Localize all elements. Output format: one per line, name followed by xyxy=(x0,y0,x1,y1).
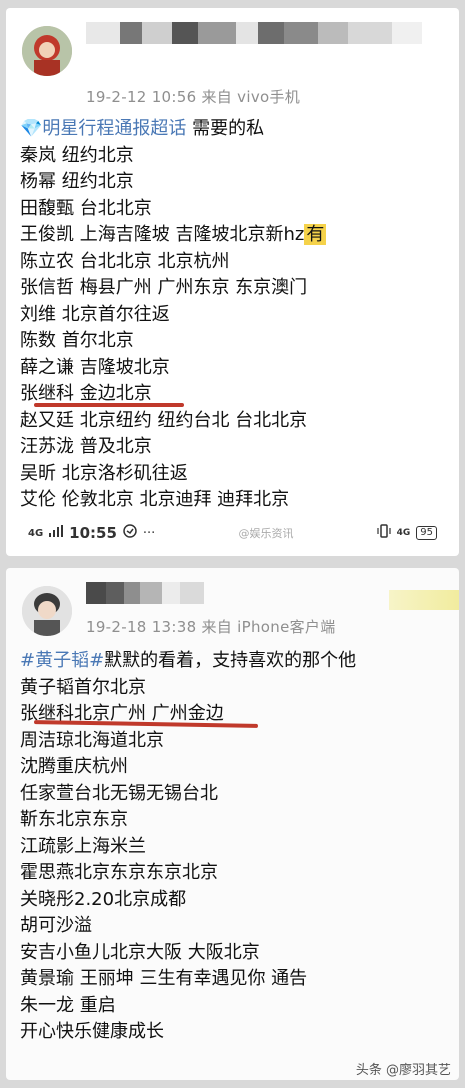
source-watermark: 头条 @廖羽其艺 xyxy=(355,1063,451,1078)
notification-icon xyxy=(123,524,137,542)
avatar[interactable] xyxy=(22,26,72,76)
list-item: 霍思燕北京东京东京北京 xyxy=(20,862,218,883)
list-item: 杨幂 纽约北京 xyxy=(20,171,134,192)
username-blurred[interactable] xyxy=(86,22,422,46)
post-meta: 19-2-18 13:38 来自 iPhone客户端 xyxy=(86,618,336,636)
list-item: 张信哲 梅县广州 广州东京 东京澳门 xyxy=(20,277,308,298)
topic-link[interactable]: #黄子韬# xyxy=(20,650,104,671)
list-item-text: 张继科 金边北京 xyxy=(20,383,152,404)
list-item: 艾伦 伦敦北京 北京迪拜 迪拜北京 xyxy=(20,489,290,510)
list-item: 朱一龙 重启 xyxy=(20,994,116,1016)
avatar-image xyxy=(22,586,72,636)
post-content: #黄子韬#默默的看着，支持喜欢的那个他 黄子韬首尔北京 张继科北京广州 广州金边… xyxy=(20,648,451,1046)
list-item: 黄景瑜 王丽坤 三生有幸遇见你 通告 xyxy=(20,968,308,989)
list-item: 安吉小鱼儿北京大阪 大阪北京 xyxy=(20,941,260,963)
signal-label: 4G xyxy=(28,527,44,539)
list-item: 沈腾重庆杭州 xyxy=(20,756,128,777)
post-intro: #黄子韬#默默的看着，支持喜欢的那个他 xyxy=(20,648,451,675)
watermark: @娱乐资讯 xyxy=(238,527,294,540)
list-item: 靳东北京东京 xyxy=(20,809,128,830)
list-item: 汪苏泷 普及北京 xyxy=(20,436,152,457)
list-item: 黄子韬首尔北京 xyxy=(20,676,146,698)
vibrate-icon xyxy=(377,524,391,542)
list-item-highlighted: 张继科北京广州 广州金边 xyxy=(20,701,451,728)
list-item-highlighted: 张继科 金边北京 xyxy=(20,381,451,408)
clock-time: 10:55 xyxy=(69,524,117,542)
highlight-tag: 有 xyxy=(304,224,327,245)
list-item: 开心快乐健康成长 xyxy=(20,1021,164,1042)
post-card-1: 19-2-12 10:56 来自 vivo手机 💎明星行程通报超话 需要的私 秦… xyxy=(6,8,459,556)
list-item: 陈数 首尔北京 xyxy=(20,330,134,351)
intro-text: 需要的私 xyxy=(186,118,265,139)
avatar-image xyxy=(22,26,72,76)
topic-link[interactable]: 💎明星行程通报超话 xyxy=(20,118,186,139)
battery-icon: 95 xyxy=(416,526,437,540)
post-card-2: 19-2-18 13:38 来自 iPhone客户端 #黄子韬#默默的看着，支持… xyxy=(6,568,459,1080)
list-item: 秦岚 纽约北京 xyxy=(20,144,134,166)
username-blurred[interactable] xyxy=(86,582,204,606)
avatar[interactable] xyxy=(22,586,72,636)
list-item: 胡可沙溢 xyxy=(20,915,92,936)
post-content: 💎明星行程通报超话 需要的私 秦岚 纽约北京 杨幂 纽约北京 田馥甄 台北北京 … xyxy=(20,116,451,514)
list-item: 王俊凯 上海吉隆坡 吉隆坡北京新hz 有 xyxy=(20,222,451,249)
signal-icon xyxy=(49,525,64,541)
list-item: 陈立农 台北北京 北京杭州 xyxy=(20,250,230,272)
list-item: 薛之谦 吉隆坡北京 xyxy=(20,356,170,378)
list-item: 赵又廷 北京纽约 纽约台北 台北北京 xyxy=(20,409,308,431)
intro-text: 默默的看着，支持喜欢的那个他 xyxy=(104,650,357,671)
list-item: 江疏影上海米兰 xyxy=(20,835,146,857)
list-item: 任家萱台北无锡无锡台北 xyxy=(20,782,218,804)
post-meta: 19-2-12 10:56 来自 vivo手机 xyxy=(86,88,301,106)
list-item: 周洁琼北海道北京 xyxy=(20,729,164,751)
list-item: 吴昕 北京洛杉矶往返 xyxy=(20,462,188,484)
list-item: 刘维 北京首尔往返 xyxy=(20,303,170,325)
more-icon: ··· xyxy=(142,525,156,541)
list-item: 关晓彤2.20北京成都 xyxy=(20,888,187,910)
red-underline xyxy=(34,403,184,407)
list-item: 田馥甄 台北北京 xyxy=(20,197,152,219)
network-4g-icon: 4G xyxy=(396,528,411,538)
list-item-text: 王俊凯 上海吉隆坡 吉隆坡北京新hz xyxy=(20,224,305,245)
status-bar: 4G 10:55 ··· @娱乐资讯 4G 95 xyxy=(28,520,437,546)
badge-blurred xyxy=(389,590,459,610)
post-intro: 💎明星行程通报超话 需要的私 xyxy=(20,116,451,143)
